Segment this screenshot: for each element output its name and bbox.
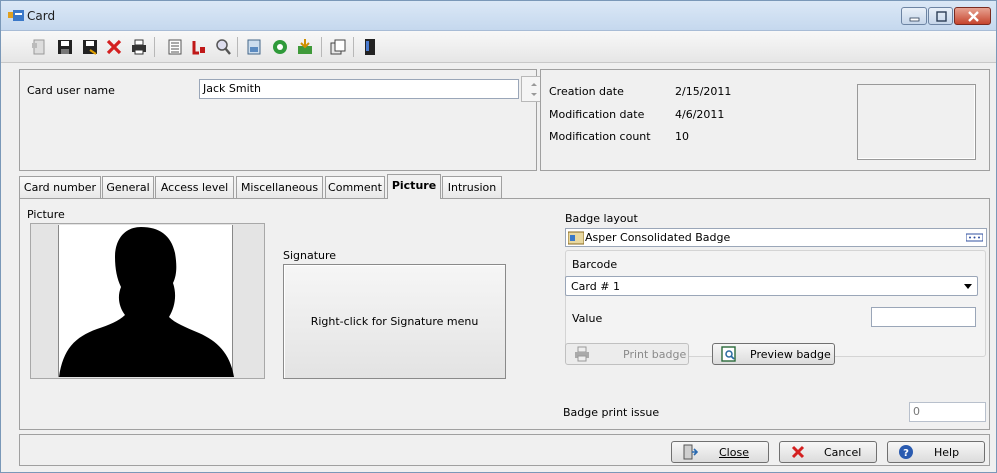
tab-miscellaneous[interactable]: Miscellaneous — [236, 176, 323, 198]
close-button[interactable]: Close — [671, 441, 769, 463]
device-icon[interactable] — [361, 38, 379, 56]
toolbar — [1, 31, 996, 63]
refresh-icon[interactable] — [271, 38, 289, 56]
copy-icon[interactable] — [329, 38, 347, 56]
barcode-value-input[interactable] — [871, 307, 976, 327]
print-badge-button[interactable]: Print badge — [565, 343, 689, 365]
barcode-select[interactable]: Card # 1 — [565, 276, 978, 296]
tab-general[interactable]: General — [102, 176, 154, 198]
maximize-icon — [936, 11, 947, 22]
barcode-label: Barcode — [572, 258, 618, 271]
signature-area[interactable]: Right-click for Signature menu — [283, 264, 506, 379]
maximize-button[interactable] — [928, 7, 953, 25]
badge-layout-label: Badge layout — [565, 212, 638, 225]
barcode-selected-value: Card # 1 — [571, 280, 620, 293]
import-icon[interactable] — [296, 38, 314, 56]
creation-date-label: Creation date — [549, 85, 624, 98]
preview-badge-button[interactable]: Preview badge — [712, 343, 835, 365]
person-silhouette-icon — [59, 227, 234, 377]
help-label: Help — [934, 446, 960, 459]
picture-label: Picture — [27, 208, 65, 221]
help-button[interactable]: ? Help — [887, 441, 985, 463]
svg-text:?: ? — [903, 448, 909, 459]
help-icon: ? — [899, 445, 913, 459]
tab-intrusion[interactable]: Intrusion — [442, 176, 502, 198]
badge-icon — [568, 231, 584, 245]
card-user-name-label: Card user name — [27, 84, 115, 97]
close-icon — [968, 11, 979, 22]
card-user-name-input[interactable]: Jack Smith — [199, 79, 519, 99]
save-as-icon[interactable] — [81, 38, 99, 56]
user-photo-thumbnail[interactable] — [857, 84, 976, 160]
printer-icon — [575, 346, 589, 362]
picture-frame[interactable] — [30, 223, 265, 379]
close-label: Close — [719, 446, 749, 459]
save-icon[interactable] — [56, 38, 74, 56]
modification-date-value: 4/6/2011 — [675, 108, 725, 121]
title-bar: Card — [1, 1, 996, 31]
new-icon[interactable] — [30, 38, 48, 56]
exit-door-icon — [683, 444, 698, 460]
cancel-label: Cancel — [824, 446, 862, 459]
minimize-button[interactable] — [901, 7, 927, 25]
list-icon[interactable] — [166, 38, 184, 56]
tab-picture[interactable]: Picture — [387, 174, 441, 199]
signature-label: Signature — [283, 249, 337, 262]
minimize-icon — [909, 17, 920, 22]
search-icon[interactable] — [214, 38, 232, 56]
close-window-button[interactable] — [954, 7, 991, 25]
modification-date-label: Modification date — [549, 108, 645, 121]
value-label: Value — [572, 312, 603, 325]
link-icon[interactable] — [190, 38, 208, 56]
print-icon[interactable] — [130, 38, 148, 56]
badge-layout-field[interactable]: Asper Consolidated Badge — [565, 228, 987, 247]
cancel-x-icon — [791, 445, 805, 459]
badge-print-issue-label: Badge print issue — [563, 406, 660, 419]
picture-canvas — [58, 225, 234, 377]
modification-count-value: 10 — [675, 130, 689, 143]
window-title: Card — [27, 9, 56, 23]
preview-badge-label: Preview badge — [750, 348, 831, 361]
browse-icon[interactable] — [966, 233, 983, 242]
toolbar-separator — [353, 37, 354, 57]
tab-card-number[interactable]: Card number — [19, 176, 101, 198]
creation-date-value: 2/15/2011 — [675, 85, 732, 98]
chevron-down-icon — [964, 284, 972, 289]
badge-print-issue-input[interactable]: 0 — [909, 402, 986, 422]
toolbar-separator — [237, 37, 238, 57]
card-window: Card Card user name Jack Smith Creation … — [0, 0, 997, 473]
barcode-group — [565, 250, 986, 357]
modification-count-label: Modification count — [549, 130, 651, 143]
badge-layout-value: Asper Consolidated Badge — [585, 231, 731, 244]
signature-hint: Right-click for Signature menu — [310, 315, 479, 328]
preview-icon — [721, 346, 736, 362]
toolbar-separator — [154, 37, 155, 57]
report-icon[interactable] — [245, 38, 263, 56]
tab-comment[interactable]: Comment — [325, 176, 385, 198]
print-badge-label: Print badge — [623, 348, 687, 361]
tab-access-level[interactable]: Access level — [155, 176, 234, 198]
cancel-button[interactable]: Cancel — [779, 441, 877, 463]
delete-icon[interactable] — [105, 38, 123, 56]
toolbar-separator — [321, 37, 322, 57]
card-user-panel: Card user name Jack Smith — [19, 69, 546, 171]
card-app-icon — [8, 10, 24, 21]
